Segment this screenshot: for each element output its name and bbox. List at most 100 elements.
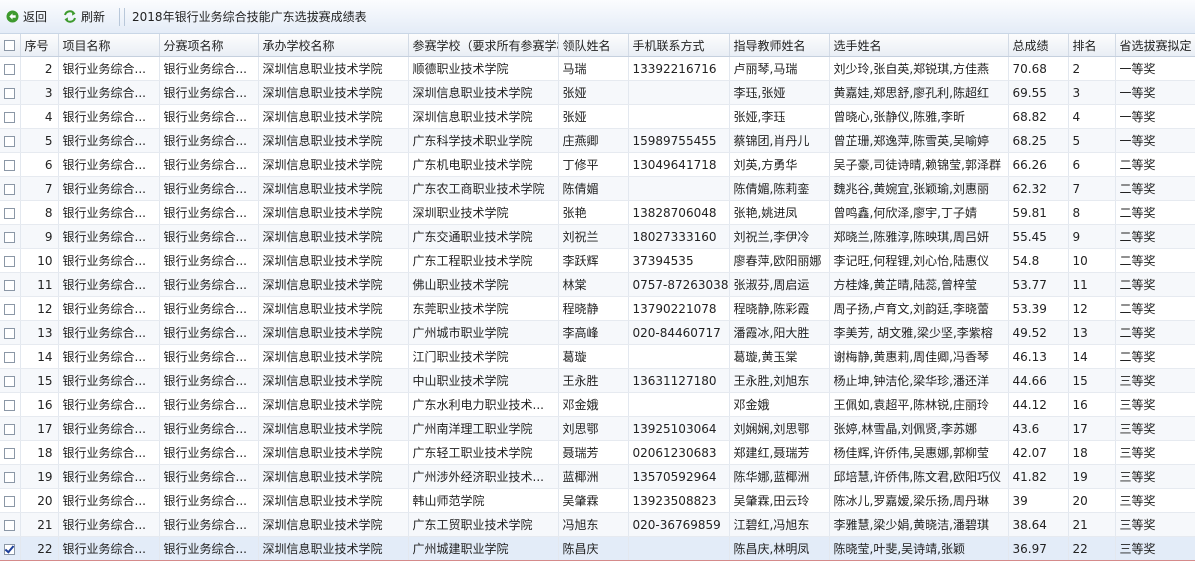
- cell-leader: 蓝椰洲: [558, 464, 629, 489]
- cell-subevent: 银行业务综合...: [159, 512, 259, 537]
- cell-score: 59.81: [1008, 200, 1069, 225]
- row-checkbox[interactable]: [0, 368, 21, 393]
- cell-subevent: 银行业务综合...: [159, 224, 259, 249]
- cell-host-school: 深圳信息职业技术学院: [258, 368, 409, 393]
- cell-leader: 庄燕卿: [558, 128, 629, 153]
- row-checkbox[interactable]: [0, 512, 21, 537]
- select-all-checkbox[interactable]: [0, 34, 21, 57]
- row-checkbox[interactable]: [0, 344, 21, 369]
- cell-rank: 10: [1068, 248, 1116, 273]
- table-row[interactable]: 14 银行业务综合... 银行业务综合... 深圳信息职业技术学院 江门职业技术学院 葛璇…: [0, 344, 1195, 369]
- cell-participant-school: 东莞职业技术学院: [408, 296, 559, 321]
- checkbox-box: [4, 40, 16, 51]
- table-row[interactable]: 8 银行业务综合... 银行业务综合... 深圳信息职业技术学院 深圳职业技术学院 张艳 1…: [0, 200, 1195, 225]
- cell-leader: 李高峰: [558, 320, 629, 345]
- cell-phone: 0757-87263038: [628, 272, 730, 297]
- row-checkbox[interactable]: [0, 80, 21, 105]
- cell-teachers: 陈倩媚,陈莉銮: [729, 176, 830, 201]
- row-checkbox[interactable]: [0, 464, 21, 489]
- table-row[interactable]: 2 银行业务综合... 银行业务综合... 深圳信息职业技术学院 顺德职业技术学院 马瑞 1…: [0, 56, 1195, 81]
- cell-host-school: 深圳信息职业技术学院: [258, 512, 409, 537]
- row-checkbox[interactable]: [0, 272, 21, 297]
- table-row[interactable]: 12 银行业务综合... 银行业务综合... 深圳信息职业技术学院 东莞职业技术学院 程晓…: [0, 296, 1195, 321]
- row-checkbox[interactable]: [0, 416, 21, 441]
- cell-players: 曾鸣鑫,何欣泽,廖宇,丁子婧: [829, 200, 1009, 225]
- row-checkbox[interactable]: [0, 488, 21, 513]
- back-button[interactable]: 返回: [1, 7, 51, 27]
- cell-project: 银行业务综合...: [58, 104, 160, 129]
- cell-phone: 37394535: [628, 248, 730, 273]
- cell-award: 二等奖: [1115, 344, 1195, 369]
- column-header-host-school[interactable]: 承办学校名称: [258, 34, 409, 57]
- cell-host-school: 深圳信息职业技术学院: [258, 200, 409, 225]
- column-header-score[interactable]: 总成绩: [1008, 34, 1069, 57]
- cell-rank: 16: [1068, 392, 1116, 417]
- row-checkbox[interactable]: [0, 248, 21, 273]
- cell-phone: 18027333160: [628, 224, 730, 249]
- table-row[interactable]: 13 银行业务综合... 银行业务综合... 深圳信息职业技术学院 广州城市职业学院 李高…: [0, 320, 1195, 345]
- row-checkbox[interactable]: [0, 152, 21, 177]
- header-row: 序号 项目名称 分赛项名称 承办学校名称 参赛学校（要求所有参赛学校 领队姓名 …: [0, 34, 1195, 57]
- table-row[interactable]: 19 银行业务综合... 银行业务综合... 深圳信息职业技术学院 广州涉外经济职业技术…: [0, 464, 1195, 489]
- table-row[interactable]: 4 银行业务综合... 银行业务综合... 深圳信息职业技术学院 深圳信息职业技术学院张…: [0, 104, 1195, 129]
- column-header-phone[interactable]: 手机联系方式: [628, 34, 730, 57]
- row-checkbox[interactable]: [0, 440, 21, 465]
- column-header-rank[interactable]: 排名: [1068, 34, 1116, 57]
- row-checkbox[interactable]: [0, 320, 21, 345]
- cell-phone: 13049641718: [628, 152, 730, 177]
- cell-host-school: 深圳信息职业技术学院: [258, 488, 409, 513]
- column-header-participant-school[interactable]: 参赛学校（要求所有参赛学校: [408, 34, 559, 57]
- cell-players: 张婷,林雪晶,刘佩贤,李苏娜: [829, 416, 1009, 441]
- column-header-subevent[interactable]: 分赛项名称: [159, 34, 259, 57]
- row-checkbox[interactable]: [0, 56, 21, 81]
- row-checkbox[interactable]: [0, 176, 21, 201]
- cell-subevent: 银行业务综合...: [159, 176, 259, 201]
- row-checkbox[interactable]: [0, 200, 21, 225]
- table-row[interactable]: 11 银行业务综合... 银行业务综合... 深圳信息职业技术学院 佛山职业技术学院 林棠…: [0, 272, 1195, 297]
- cell-index: 22: [20, 536, 59, 561]
- cell-score: 46.13: [1008, 344, 1069, 369]
- table-row[interactable]: 7 银行业务综合... 银行业务综合... 深圳信息职业技术学院 广东农工商职业技术学院…: [0, 176, 1195, 201]
- cell-host-school: 深圳信息职业技术学院: [258, 536, 409, 561]
- cell-host-school: 深圳信息职业技术学院: [258, 248, 409, 273]
- cell-leader: 张艳: [558, 200, 629, 225]
- column-header-leader[interactable]: 领队姓名: [558, 34, 629, 57]
- cell-phone: 02061230683: [628, 440, 730, 465]
- table-row[interactable]: 3 银行业务综合... 银行业务综合... 深圳信息职业技术学院 深圳信息职业技术学院张…: [0, 80, 1195, 105]
- row-checkbox[interactable]: [0, 392, 21, 417]
- column-header-teachers[interactable]: 指导教师姓名: [729, 34, 830, 57]
- row-checkbox[interactable]: [0, 224, 21, 249]
- table-row[interactable]: 6 银行业务综合... 银行业务综合... 深圳信息职业技术学院 广东机电职业技术学院丁…: [0, 152, 1195, 177]
- table-row[interactable]: 10 银行业务综合... 银行业务综合... 深圳信息职业技术学院 广东工程职业技术学院…: [0, 248, 1195, 273]
- table-row[interactable]: 9 银行业务综合... 银行业务综合... 深圳信息职业技术学院 广东交通职业技术学院刘…: [0, 224, 1195, 249]
- table-row[interactable]: 18 银行业务综合... 银行业务综合... 深圳信息职业技术学院 广东轻工职业技术学院…: [0, 440, 1195, 465]
- cell-rank: 6: [1068, 152, 1116, 177]
- table-row[interactable]: 22 银行业务综合... 银行业务综合... 深圳信息职业技术学院 广州城建职业学院 陈昌…: [0, 536, 1195, 561]
- cell-leader: 冯旭东: [558, 512, 629, 537]
- cell-project: 银行业务综合...: [58, 224, 160, 249]
- table-row[interactable]: 16 银行业务综合... 银行业务综合... 深圳信息职业技术学院 广东水利电力职业技术…: [0, 392, 1195, 417]
- table-row[interactable]: 20 银行业务综合... 银行业务综合... 深圳信息职业技术学院 韩山师范学院 吴肇霖 1…: [0, 488, 1195, 513]
- table-row[interactable]: 5 银行业务综合... 银行业务综合... 深圳信息职业技术学院 广东科学技术职业学院庄…: [0, 128, 1195, 153]
- row-checkbox[interactable]: [0, 296, 21, 321]
- column-header-index[interactable]: 序号: [20, 34, 59, 57]
- table-row[interactable]: 17 银行业务综合... 银行业务综合... 深圳信息职业技术学院 广州南洋理工职业学院…: [0, 416, 1195, 441]
- column-header-award[interactable]: 省选拔赛拟定: [1115, 34, 1195, 57]
- table-row[interactable]: 15 银行业务综合... 银行业务综合... 深圳信息职业技术学院 中山职业技术学院 王永…: [0, 368, 1195, 393]
- row-checkbox[interactable]: [0, 536, 21, 561]
- table-row[interactable]: 21 银行业务综合... 银行业务综合... 深圳信息职业技术学院 广东工贸职业技术学院…: [0, 512, 1195, 537]
- cell-leader: 王永胜: [558, 368, 629, 393]
- cell-index: 6: [20, 152, 59, 177]
- cell-teachers: 程晓静,陈彩霞: [729, 296, 830, 321]
- cell-players: 李美芳, 胡文雅,梁少坚,李紫榕: [829, 320, 1009, 345]
- refresh-button[interactable]: 刷新: [59, 7, 109, 27]
- cell-rank: 7: [1068, 176, 1116, 201]
- cell-index: 2: [20, 56, 59, 81]
- row-checkbox[interactable]: [0, 128, 21, 153]
- cell-project: 银行业务综合...: [58, 128, 160, 153]
- cell-index: 21: [20, 512, 59, 537]
- data-grid: 序号 项目名称 分赛项名称 承办学校名称 参赛学校（要求所有参赛学校 领队姓名 …: [0, 34, 1195, 566]
- column-header-project[interactable]: 项目名称: [58, 34, 160, 57]
- column-header-players[interactable]: 选手姓名: [829, 34, 1009, 57]
- row-checkbox[interactable]: [0, 104, 21, 129]
